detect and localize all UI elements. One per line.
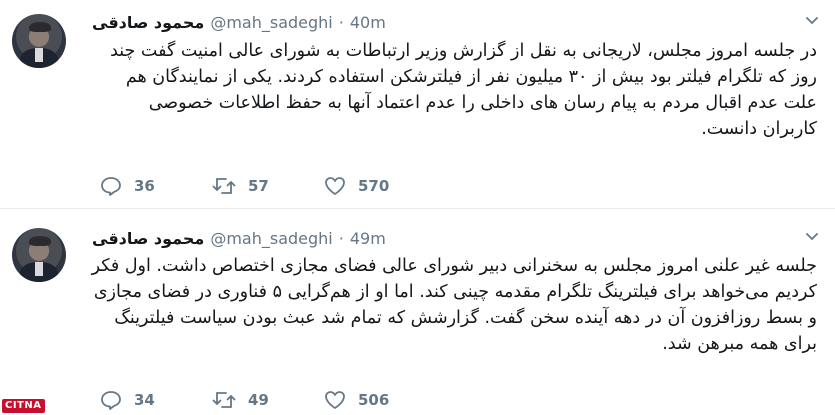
avatar-shirt	[35, 48, 43, 62]
reply-count: 36	[134, 177, 155, 195]
retweet-count: 49	[248, 391, 269, 409]
reply-icon	[101, 391, 121, 410]
author-handle[interactable]: @mah_sadeghi	[210, 13, 332, 32]
retweet-icon	[212, 392, 236, 408]
heart-icon	[325, 391, 345, 409]
separator-dot: ·	[338, 12, 344, 32]
like-button[interactable]: 506	[324, 390, 436, 410]
reply-button[interactable]: 36	[100, 176, 212, 196]
chevron-down-icon[interactable]	[805, 14, 819, 28]
like-count: 570	[358, 177, 390, 195]
retweet-icon	[212, 178, 236, 194]
avatar-hair	[29, 22, 51, 32]
tweet-actions: 34 49 506	[100, 388, 436, 412]
avatar[interactable]	[12, 14, 66, 68]
author-name[interactable]: محمود صادقی	[92, 229, 204, 248]
avatar-hair	[29, 236, 51, 246]
tweet-header: محمود صادقی @mah_sadeghi · 49m	[92, 226, 817, 250]
avatar-shirt	[35, 262, 43, 276]
tweet-header: محمود صادقی @mah_sadeghi · 40m	[92, 10, 817, 34]
reply-icon	[101, 177, 121, 196]
author-name[interactable]: محمود صادقی	[92, 13, 204, 32]
author-handle[interactable]: @mah_sadeghi	[210, 229, 332, 248]
retweet-button[interactable]: 57	[212, 176, 324, 196]
retweet-count: 57	[248, 177, 269, 195]
avatar[interactable]	[12, 228, 66, 282]
tweet-text: جلسه غیر علنی امروز مجلس به سخنرانی دبیر…	[91, 256, 817, 354]
like-count: 506	[358, 391, 390, 409]
separator-dot: ·	[338, 228, 344, 248]
tweet-actions: 36 57 570	[100, 174, 436, 198]
reply-button[interactable]: 34	[100, 390, 212, 410]
watermark-logo: CITNA	[2, 399, 45, 413]
heart-icon	[325, 177, 345, 195]
tweet-2[interactable]: محمود صادقی @mah_sadeghi · 49m جلسه غیر …	[0, 210, 835, 415]
tweet-text: در جلسه امروز مجلس، لاریجانی به نقل از گ…	[110, 41, 817, 139]
tweet-timestamp[interactable]: 49m	[350, 229, 386, 248]
tweet-timestamp[interactable]: 40m	[350, 13, 386, 32]
chevron-down-icon[interactable]	[805, 230, 819, 244]
reply-count: 34	[134, 391, 155, 409]
retweet-button[interactable]: 49	[212, 390, 324, 410]
like-button[interactable]: 570	[324, 176, 436, 196]
tweet-1[interactable]: محمود صادقی @mah_sadeghi · 40m در جلسه ا…	[0, 0, 835, 209]
